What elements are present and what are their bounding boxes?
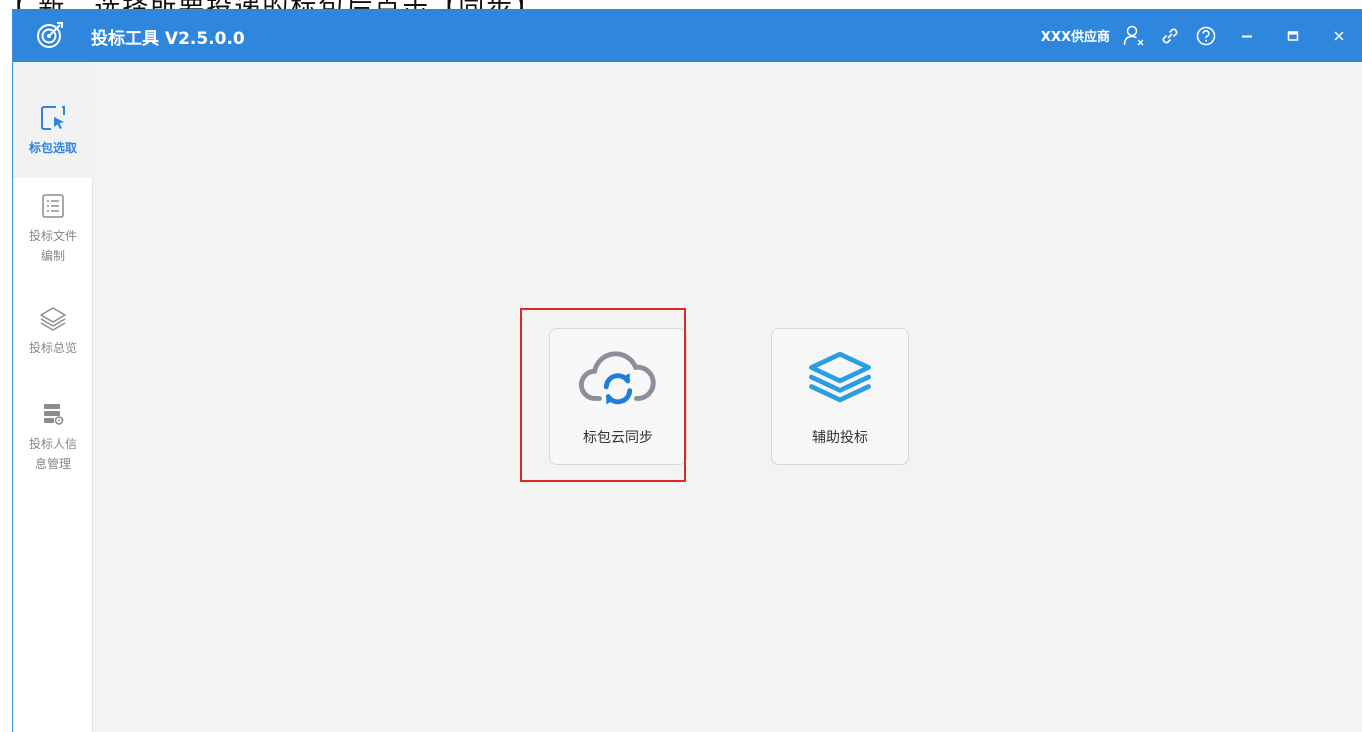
vendor-name: XXX供应商 [1040, 30, 1110, 45]
app-window: 投标工具 V2.5.0.0 XXX供应商 标包选取 投标文件编制 投标总览 投标… [12, 9, 1362, 732]
cloud-sync-icon [578, 343, 658, 413]
sidebar-item-label: 投标人信息管理 [28, 437, 77, 471]
sidebar-item-bid-overview[interactable]: 投标总览 [13, 290, 93, 386]
sidebar-item-bid-document[interactable]: 投标文件编制 [13, 178, 93, 290]
titlebar-actions: XXX供应商 [1041, 9, 1362, 62]
layers-icon [33, 298, 73, 338]
sidebar-item-label: 投标文件编制 [28, 229, 77, 263]
sidebar-item-label: 标包选取 [28, 141, 77, 155]
sidebar-item-bidder-info[interactable]: 投标人信息管理 [13, 386, 93, 496]
cloud-sync-card[interactable]: 标包云同步 [549, 328, 687, 465]
sidebar-item-label: 投标总览 [28, 341, 77, 355]
cloud-sync-label: 标包云同步 [583, 430, 653, 446]
document-list-icon [33, 186, 73, 226]
cursor-select-icon [33, 98, 73, 138]
minimize-icon[interactable] [1224, 9, 1270, 62]
assist-bid-label: 辅助投标 [812, 430, 868, 446]
link-icon[interactable] [1152, 9, 1188, 62]
stack-layers-icon [800, 343, 880, 413]
server-settings-icon [33, 394, 73, 434]
maximize-icon[interactable] [1270, 9, 1316, 62]
sidebar: 标包选取 投标文件编制 投标总览 投标人信息管理 [13, 62, 93, 732]
main-content: 标包云同步 辅助投标 [94, 62, 1362, 732]
close-icon[interactable] [1316, 9, 1362, 62]
assist-bid-card[interactable]: 辅助投标 [771, 328, 909, 465]
caption-fragment: 【 新，选择所要投递的标包后点击【同步】 [0, 0, 542, 9]
titlebar: 投标工具 V2.5.0.0 XXX供应商 [13, 9, 1362, 62]
help-icon[interactable] [1188, 9, 1224, 62]
app-title: 投标工具 V2.5.0.0 [91, 29, 245, 49]
sidebar-item-package-select[interactable]: 标包选取 [13, 62, 93, 178]
caption-strip: 【 新，选择所要投递的标包后点击【同步】 [0, 0, 1362, 9]
target-logo-icon [35, 20, 65, 50]
user-logout-icon[interactable] [1116, 9, 1152, 62]
